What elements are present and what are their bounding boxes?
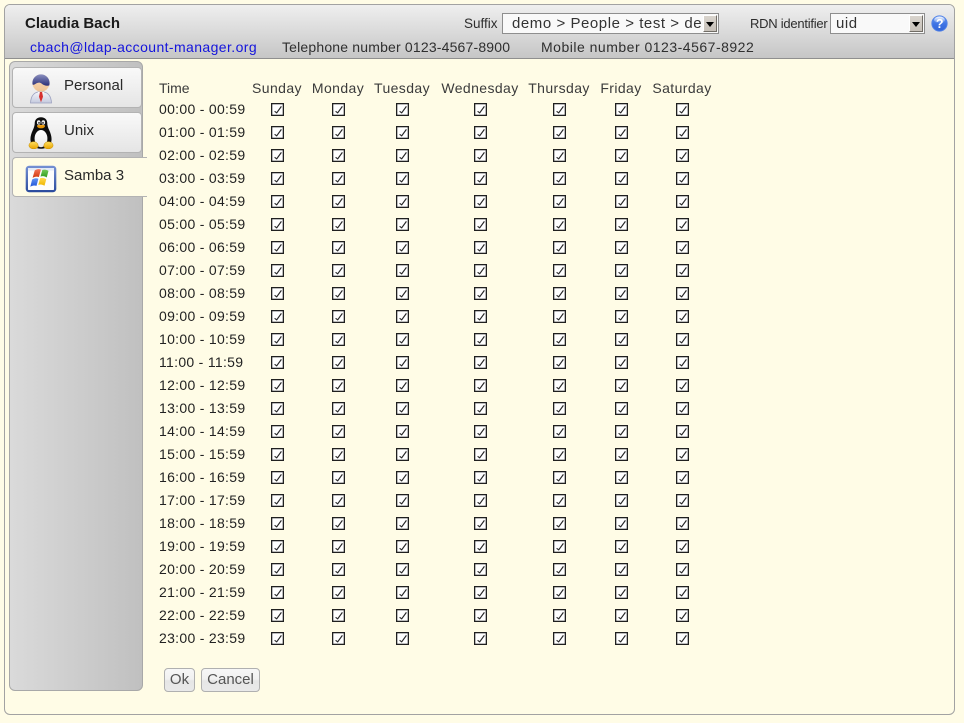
svg-text:?: ? bbox=[936, 17, 944, 31]
